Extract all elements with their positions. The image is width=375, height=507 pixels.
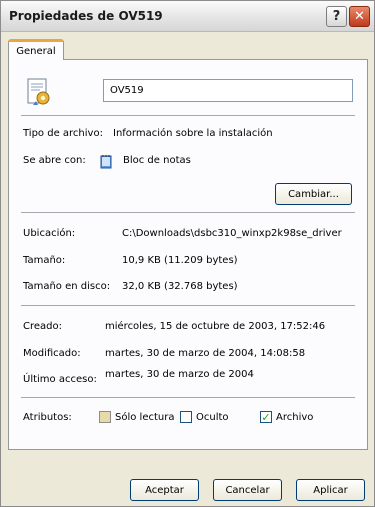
last-accessed-value: martes, 30 de marzo de 2004 [105, 369, 254, 380]
size-on-disk-label: Tamaño en disco: [23, 281, 111, 292]
separator [21, 397, 355, 398]
ok-button[interactable]: Aceptar [130, 479, 199, 501]
title-bar[interactable]: Propiedades de OV519 ? ✕ [1, 1, 374, 32]
file-type-label: Tipo de archivo: [23, 128, 103, 139]
apply-button[interactable]: Aplicar [296, 479, 365, 501]
file-type-value: Información sobre la instalación [113, 128, 273, 139]
properties-window: Propiedades de OV519 ? ✕ General Tipo de… [0, 0, 375, 507]
window-title: Propiedades de OV519 [9, 9, 163, 23]
read-only-label: Sólo lectura [115, 412, 175, 423]
opens-with-value: Bloc de notas [123, 155, 191, 166]
file-name-input[interactable] [103, 79, 353, 102]
separator [21, 115, 355, 116]
created-label: Creado: [23, 321, 62, 332]
location-value: C:\Downloads\dsbc310_winxp2k98se_driver [122, 228, 342, 239]
separator [21, 305, 355, 306]
size-value: 10,9 KB (11.209 bytes) [122, 255, 238, 266]
notepad-icon [100, 155, 112, 169]
general-tab-panel: Tipo de archivo: Información sobre la in… [8, 59, 368, 450]
size-label: Tamaño: [23, 255, 66, 266]
separator [21, 212, 355, 213]
archive-label: Archivo [276, 412, 314, 423]
hidden-checkbox[interactable] [180, 411, 192, 423]
close-button[interactable]: ✕ [349, 6, 370, 27]
modified-label: Modificado: [23, 348, 81, 359]
setup-information-file-icon [27, 78, 50, 105]
modified-value: martes, 30 de marzo de 2004, 14:08:58 [105, 348, 306, 359]
tab-general[interactable]: General [8, 39, 64, 60]
opens-with-label: Se abre con: [23, 155, 86, 166]
created-value: miércoles, 15 de octubre de 2003, 17:52:… [105, 321, 326, 332]
checkmark-icon: ✓ [261, 410, 271, 424]
size-on-disk-value: 32,0 KB (32.768 bytes) [122, 281, 238, 292]
help-button[interactable]: ? [326, 6, 347, 27]
change-button[interactable]: Cambiar... [275, 183, 352, 205]
archive-checkbox[interactable]: ✓ [260, 411, 272, 423]
location-label: Ubicación: [23, 228, 76, 239]
attributes-label: Atributos: [23, 412, 72, 423]
cancel-button[interactable]: Cancelar [213, 479, 282, 501]
read-only-checkbox[interactable] [99, 411, 111, 423]
hidden-label: Oculto [196, 412, 229, 423]
last-accessed-label: Último acceso: [23, 374, 97, 385]
